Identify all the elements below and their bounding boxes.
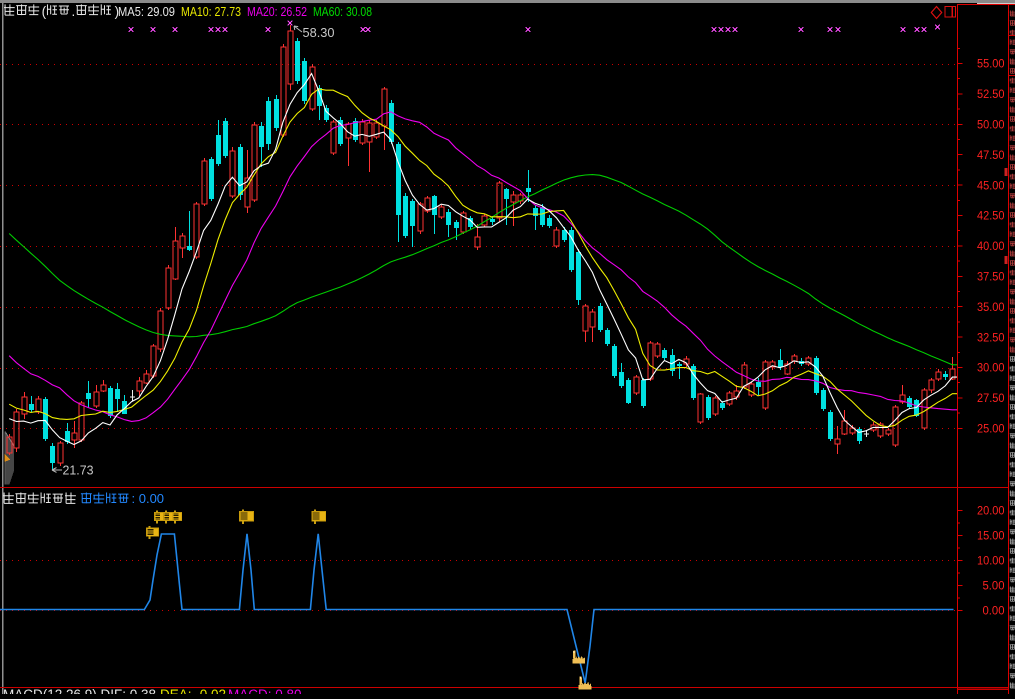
svg-text:MACD: 0.80: MACD: 0.80: [228, 687, 302, 694]
svg-text:(: (: [42, 4, 47, 19]
svg-text:MA20: 26.52: MA20: 26.52: [247, 4, 307, 19]
svg-text:MA10: 27.73: MA10: 27.73: [181, 4, 241, 19]
svg-text:40.00: 40.00: [977, 241, 1005, 253]
svg-text:27.50: 27.50: [977, 393, 1005, 405]
svg-text:30.00: 30.00: [977, 363, 1005, 375]
svg-text:42.50: 42.50: [977, 211, 1005, 223]
svg-text:0.00: 0.00: [983, 606, 1005, 618]
svg-text:MA60: 30.08: MA60: 30.08: [313, 4, 372, 19]
svg-text:MA5: 29.09: MA5: 29.09: [118, 4, 175, 19]
svg-text:58.30: 58.30: [303, 26, 335, 40]
svg-text:21.73: 21.73: [63, 464, 94, 478]
svg-text:5.00: 5.00: [983, 581, 1005, 593]
svg-text:MACD(12,26,9) DIF: 0.38: MACD(12,26,9) DIF: 0.38: [3, 687, 156, 694]
svg-text:55.00: 55.00: [977, 59, 1005, 71]
svg-text:.: .: [72, 4, 76, 19]
svg-text:DEA: -0.02: DEA: -0.02: [160, 687, 226, 694]
svg-text:37.50: 37.50: [977, 272, 1005, 284]
svg-text:50.00: 50.00: [977, 120, 1005, 132]
svg-text:: 0.00: : 0.00: [132, 491, 165, 506]
svg-text:35.00: 35.00: [977, 302, 1005, 314]
svg-text:52.50: 52.50: [977, 89, 1005, 101]
svg-text:47.50: 47.50: [977, 150, 1005, 162]
svg-text:10.00: 10.00: [977, 556, 1005, 568]
svg-text:25.00: 25.00: [977, 424, 1005, 436]
svg-text:45.00: 45.00: [977, 180, 1005, 192]
svg-text:15.00: 15.00: [977, 531, 1005, 543]
svg-text:32.50: 32.50: [977, 332, 1005, 344]
svg-text:20.00: 20.00: [977, 506, 1005, 518]
